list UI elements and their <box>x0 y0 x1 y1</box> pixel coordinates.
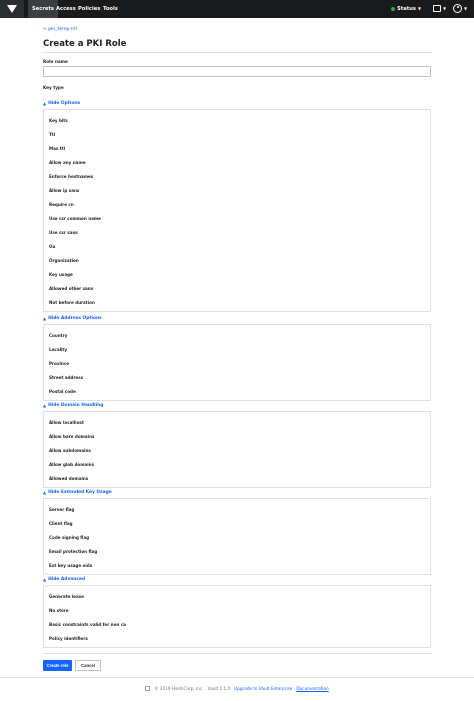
hide-options-toggle[interactable]: ▲ Hide Options <box>43 101 80 106</box>
extended-key-usage-section: Server flag Client flag Code signing fla… <box>43 498 431 575</box>
vault-logo-icon[interactable] <box>0 0 24 18</box>
list-item[interactable]: Ext key usage oids <box>49 563 92 568</box>
status-menu[interactable]: Status ▼ <box>391 0 421 18</box>
chevron-up-icon: ▲ <box>43 316 47 321</box>
list-item[interactable]: Policy identifiers <box>49 636 88 641</box>
chevron-down-icon: ▼ <box>443 6 447 11</box>
list-item[interactable]: Basic constraints valid for non ca <box>49 622 126 627</box>
status-label: Status <box>397 6 416 12</box>
list-item[interactable]: Allowed other sans <box>49 286 93 291</box>
top-navigation-bar: Secrets Access Policies Tools Status ▼ ▼… <box>0 0 474 18</box>
list-item[interactable]: Client flag <box>49 521 73 526</box>
list-item[interactable]: Province <box>49 361 69 366</box>
hide-advanced-toggle[interactable]: ▲ Hide Advanced <box>43 577 85 582</box>
list-item[interactable]: Enforce hostnames <box>49 174 93 179</box>
list-item[interactable]: Require cn <box>49 202 74 207</box>
list-item[interactable]: Max ttl <box>49 146 65 151</box>
list-item[interactable]: Street address <box>49 375 83 380</box>
role-name-label: Role name <box>43 59 68 64</box>
list-item[interactable]: Generate lease <box>49 594 84 599</box>
list-item[interactable]: Use csr sans <box>49 230 78 235</box>
list-item[interactable]: Postal code <box>49 389 76 394</box>
divider <box>43 52 432 53</box>
chevron-up-icon: ▲ <box>43 403 47 408</box>
list-item[interactable]: Allow subdomains <box>49 448 91 453</box>
list-item[interactable]: Key bits <box>49 118 68 123</box>
footer-copyright: © 2019 HashiCorp, Inc. <box>154 686 204 691</box>
key-type-label: Key type <box>43 85 64 90</box>
chevron-down-icon: ▼ <box>464 6 468 11</box>
list-item[interactable]: Code signing flag <box>49 535 89 540</box>
list-item[interactable]: No store <box>49 608 69 613</box>
list-item[interactable]: Server flag <box>49 507 74 512</box>
list-item[interactable]: Ttl <box>49 132 55 137</box>
cancel-button[interactable]: Cancel <box>75 660 101 671</box>
list-item[interactable]: Locality <box>49 347 67 352</box>
domain-handling-section: Allow localhost Allow bare domains Allow… <box>43 411 431 488</box>
upgrade-link[interactable]: Upgrade to Vault Enterprise <box>234 686 292 691</box>
options-section: Key bits Ttl Max ttl Allow any name Enfo… <box>43 109 431 312</box>
list-item[interactable]: Allow ip sans <box>49 188 79 193</box>
footer: © 2019 HashiCorp, Inc. Vault 1.1.0 Upgra… <box>0 686 474 691</box>
create-role-button[interactable]: Create role <box>43 660 72 671</box>
page-title: Create a PKI Role <box>43 39 127 49</box>
list-item[interactable]: Allow any name <box>49 160 85 165</box>
list-item[interactable]: Allow bare domains <box>49 434 94 439</box>
breadcrumb[interactable]: < pki_temp-int <box>43 27 77 32</box>
advanced-section: Generate lease No store Basic constraint… <box>43 585 431 648</box>
list-item[interactable]: Email protection flag <box>49 549 97 554</box>
list-item[interactable]: Allow localhost <box>49 420 84 425</box>
list-item[interactable]: Allowed domains <box>49 476 88 481</box>
divider <box>0 677 474 678</box>
chevron-up-icon: ▲ <box>43 490 47 495</box>
list-item[interactable]: Organization <box>49 258 79 263</box>
chevron-up-icon: ▲ <box>43 101 47 106</box>
hide-extended-key-usage-toggle[interactable]: ▲ Hide Extended Key Usage <box>43 490 112 495</box>
list-item[interactable]: Key usage <box>49 272 73 277</box>
chevron-down-icon: ▼ <box>417 6 422 11</box>
chevron-up-icon: ▲ <box>43 577 47 582</box>
list-item[interactable]: Ou <box>49 244 55 249</box>
console-icon[interactable] <box>433 5 441 12</box>
user-icon[interactable] <box>453 4 462 13</box>
nav-tools[interactable]: Tools <box>99 0 122 18</box>
hashicorp-logo-icon <box>145 686 151 691</box>
hide-address-options-toggle[interactable]: ▲ Hide Address Options <box>43 316 102 321</box>
footer-version: Vault 1.1.0 <box>207 686 231 691</box>
hide-domain-handling-toggle[interactable]: ▲ Hide Domain Handling <box>43 403 103 408</box>
address-options-section: Country Locality Province Street address… <box>43 324 431 401</box>
status-dot-icon <box>391 7 395 11</box>
role-name-input[interactable] <box>43 66 431 77</box>
divider <box>43 653 432 654</box>
list-item[interactable]: Not before duration <box>49 300 95 305</box>
list-item[interactable]: Country <box>49 333 67 338</box>
list-item[interactable]: Use csr common name <box>49 216 101 221</box>
documentation-link[interactable]: Documentation <box>296 686 328 691</box>
list-item[interactable]: Allow glob domains <box>49 462 94 467</box>
